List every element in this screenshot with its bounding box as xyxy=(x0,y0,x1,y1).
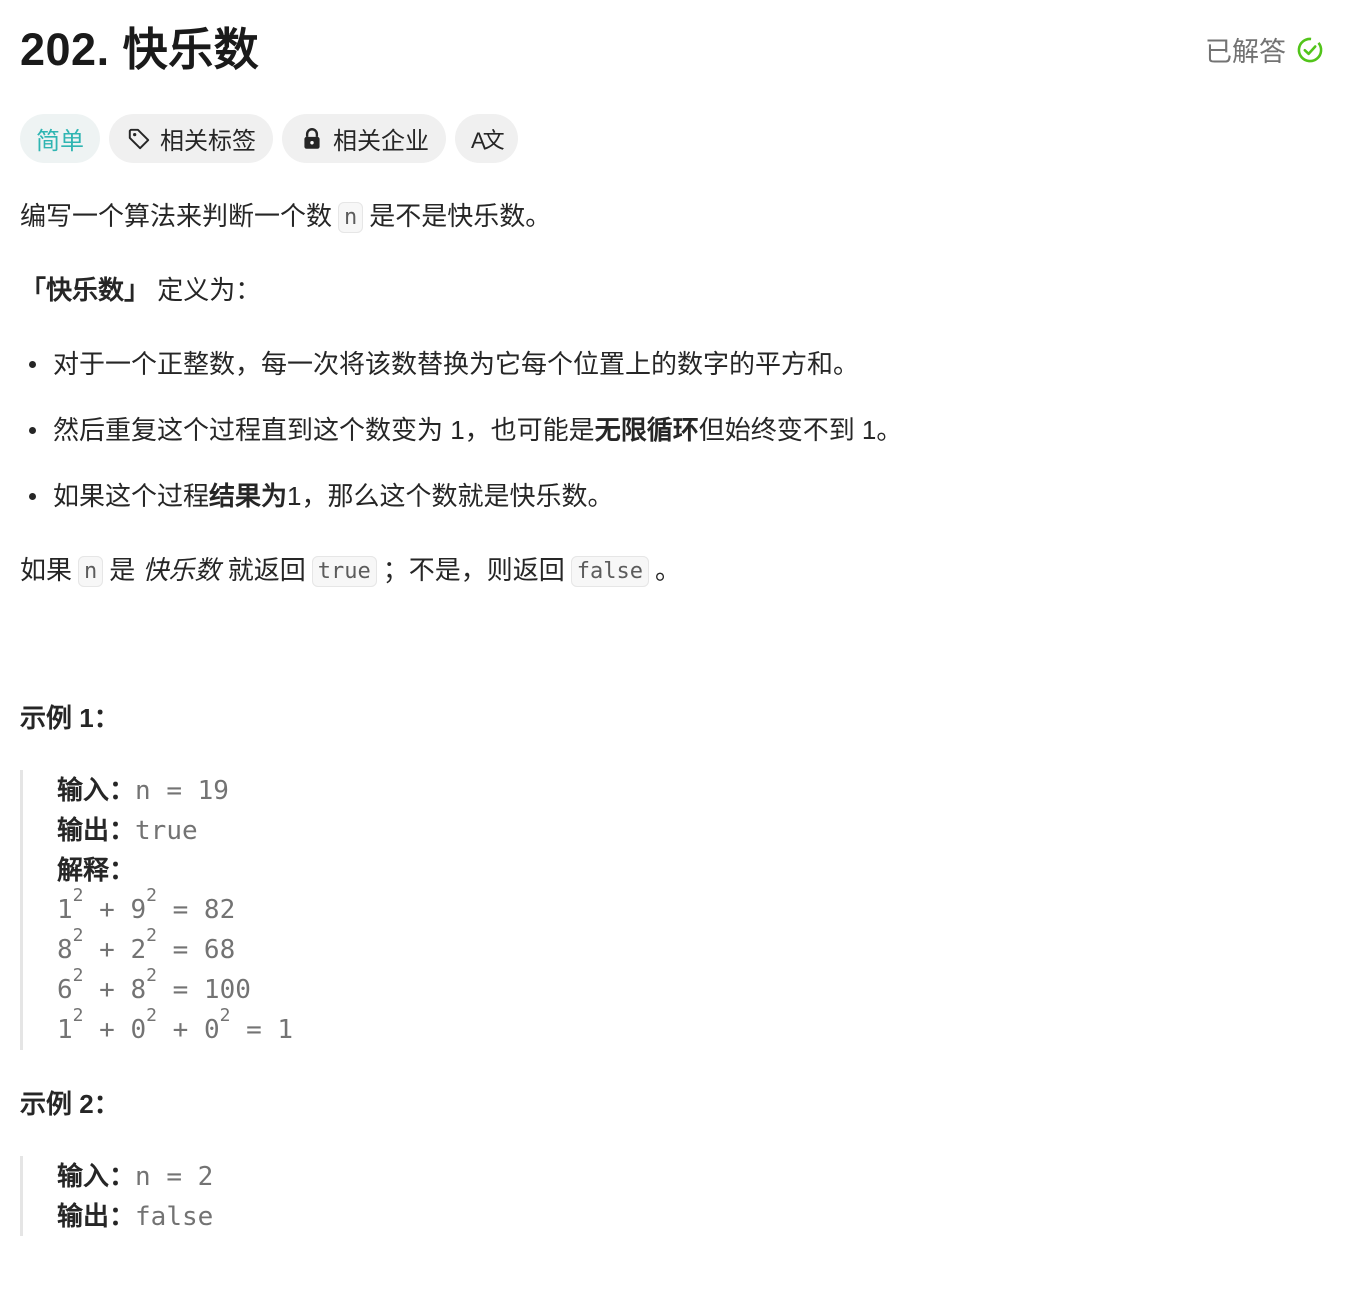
list-item: 然后重复这个过程直到这个数变为 1，也可能是 无限循环 但始终变不到 1。 xyxy=(20,410,902,450)
example-2-title: 示例 2： xyxy=(20,1089,120,1119)
translate-icon: A文 xyxy=(471,127,505,153)
difficulty-label: 简单 xyxy=(36,128,84,155)
title-row: 202. 快乐数 已解答 xyxy=(20,22,1324,82)
input-label: 输入： xyxy=(57,1161,136,1191)
text: 但始终变不到 1。 xyxy=(698,415,903,445)
exponent: 2 xyxy=(146,965,157,986)
problem-page: 202. 快乐数 已解答 简单 相关标签 相关企业 A文 编写一个算法来判断一个… xyxy=(0,0,1350,1300)
example-1-block: 输入：n = 19 输出：true 解释： 12 + 92 = 82 82 + 2… xyxy=(20,770,293,1050)
input-value: n = 19 xyxy=(135,776,229,806)
example-output: 输出：true xyxy=(57,810,293,850)
text: 对于一个正整数，每一次将该数替换为它每个位置上的数字的平方和。 xyxy=(53,349,860,379)
italic-text: 快乐数 xyxy=(142,555,221,585)
text: ；不是，则返回 xyxy=(382,555,565,585)
list-item: 如果这个过程 结果为 1，那么这个数就是快乐数。 xyxy=(20,476,614,516)
output-value: true xyxy=(135,816,198,846)
inline-code: n xyxy=(78,556,104,587)
step-result: = 1 xyxy=(230,1015,294,1045)
text: 。 xyxy=(654,555,681,585)
digit: 1 xyxy=(57,1015,73,1045)
inline-code: true xyxy=(311,556,377,587)
example-input: 输入：n = 2 xyxy=(57,1156,213,1196)
explanation-steps: 12 + 92 = 82 82 + 22 = 68 62 + 82 = 100 12 … xyxy=(57,885,294,1050)
definition-paragraph: 「快乐数」 定义为： xyxy=(20,270,261,310)
return-paragraph: 如果 n 是 快乐数 就返回 true ；不是，则返回 false。 xyxy=(20,550,681,593)
digit: 8 xyxy=(57,935,73,965)
example-output: 输出：false xyxy=(57,1196,213,1236)
related-tags-button[interactable]: 相关标签 xyxy=(109,114,273,163)
related-tags-label: 相关标签 xyxy=(160,128,256,155)
list-item: 对于一个正整数，每一次将该数替换为它每个位置上的数字的平方和。 xyxy=(20,344,859,384)
problem-title[interactable]: 202. 快乐数 xyxy=(20,22,259,78)
exponent: 2 xyxy=(146,885,157,906)
explanation-step: 12 + 02 + 02 = 1 xyxy=(57,1005,294,1046)
output-label: 输出： xyxy=(57,1201,136,1231)
digit: 6 xyxy=(57,975,73,1005)
exponent: 2 xyxy=(72,965,84,986)
step-result: = 68 xyxy=(156,935,236,965)
text: 如果这个过程 xyxy=(53,481,210,511)
solved-status: 已解答 xyxy=(1205,30,1324,69)
digit: 9 xyxy=(130,895,147,925)
example-2-block: 输入：n = 2 输出：false xyxy=(20,1156,213,1236)
text: 是不是快乐数。 xyxy=(369,201,552,231)
exponent: 2 xyxy=(72,885,84,906)
output-value: false xyxy=(135,1202,214,1232)
difficulty-badge[interactable]: 简单 xyxy=(20,114,100,163)
related-companies-label: 相关企业 xyxy=(333,128,429,155)
description-paragraph: 编写一个算法来判断一个数 n 是不是快乐数。 xyxy=(20,196,551,239)
bullet-dot xyxy=(29,426,36,434)
related-companies-button[interactable]: 相关企业 xyxy=(282,114,446,163)
digit: 0 xyxy=(203,1015,220,1045)
explanation-step: 62 + 82 = 100 xyxy=(57,965,251,1006)
bullet-dot xyxy=(29,492,36,500)
example-input: 输入：n = 19 xyxy=(57,770,293,810)
example-explanation: 解释： xyxy=(57,850,293,890)
step-result: = 100 xyxy=(156,975,251,1005)
output-label: 输出： xyxy=(57,815,136,845)
translate-button[interactable]: A文 xyxy=(455,114,518,163)
digit: 8 xyxy=(130,975,147,1005)
exponent: 2 xyxy=(219,1005,231,1026)
inline-code: false xyxy=(570,556,649,587)
explanation-step: 12 + 92 = 82 xyxy=(57,885,236,926)
digit: 1 xyxy=(57,895,73,925)
bold-text: 结果为 xyxy=(209,481,288,511)
text: 如果 xyxy=(20,555,73,585)
input-value: n = 2 xyxy=(135,1162,214,1192)
exponent: 2 xyxy=(72,1005,84,1026)
exponent: 2 xyxy=(72,925,84,946)
text: 编写一个算法来判断一个数 xyxy=(20,201,333,231)
tag-icon xyxy=(128,128,150,149)
exponent: 2 xyxy=(146,1005,157,1026)
solved-label: 已解答 xyxy=(1205,37,1286,67)
check-circle-icon xyxy=(1297,37,1323,62)
bullet-dot xyxy=(29,360,36,368)
exponent: 2 xyxy=(146,925,157,946)
text: 定义为： xyxy=(150,275,262,305)
lock-icon xyxy=(304,127,320,149)
digit: 2 xyxy=(130,935,147,965)
bold-text: 无限循环 xyxy=(594,415,699,445)
tag-bar: 简单 相关标签 相关企业 A文 xyxy=(20,114,518,163)
inline-code: n xyxy=(338,202,364,233)
explanation-step: 82 + 22 = 68 xyxy=(57,925,236,966)
text: 然后重复这个过程直到这个数变为 1，也可能是 xyxy=(53,415,595,445)
explanation-label: 解释： xyxy=(57,855,136,885)
text: 就返回 xyxy=(220,555,306,585)
bold-text: 「快乐数」 xyxy=(20,275,151,305)
digit: 0 xyxy=(130,1015,147,1045)
input-label: 输入： xyxy=(57,775,136,805)
text: 1，那么这个数就是快乐数。 xyxy=(287,481,614,511)
text: 是 xyxy=(109,555,143,585)
example-1-title: 示例 1： xyxy=(20,703,120,733)
step-result: = 82 xyxy=(156,895,236,925)
